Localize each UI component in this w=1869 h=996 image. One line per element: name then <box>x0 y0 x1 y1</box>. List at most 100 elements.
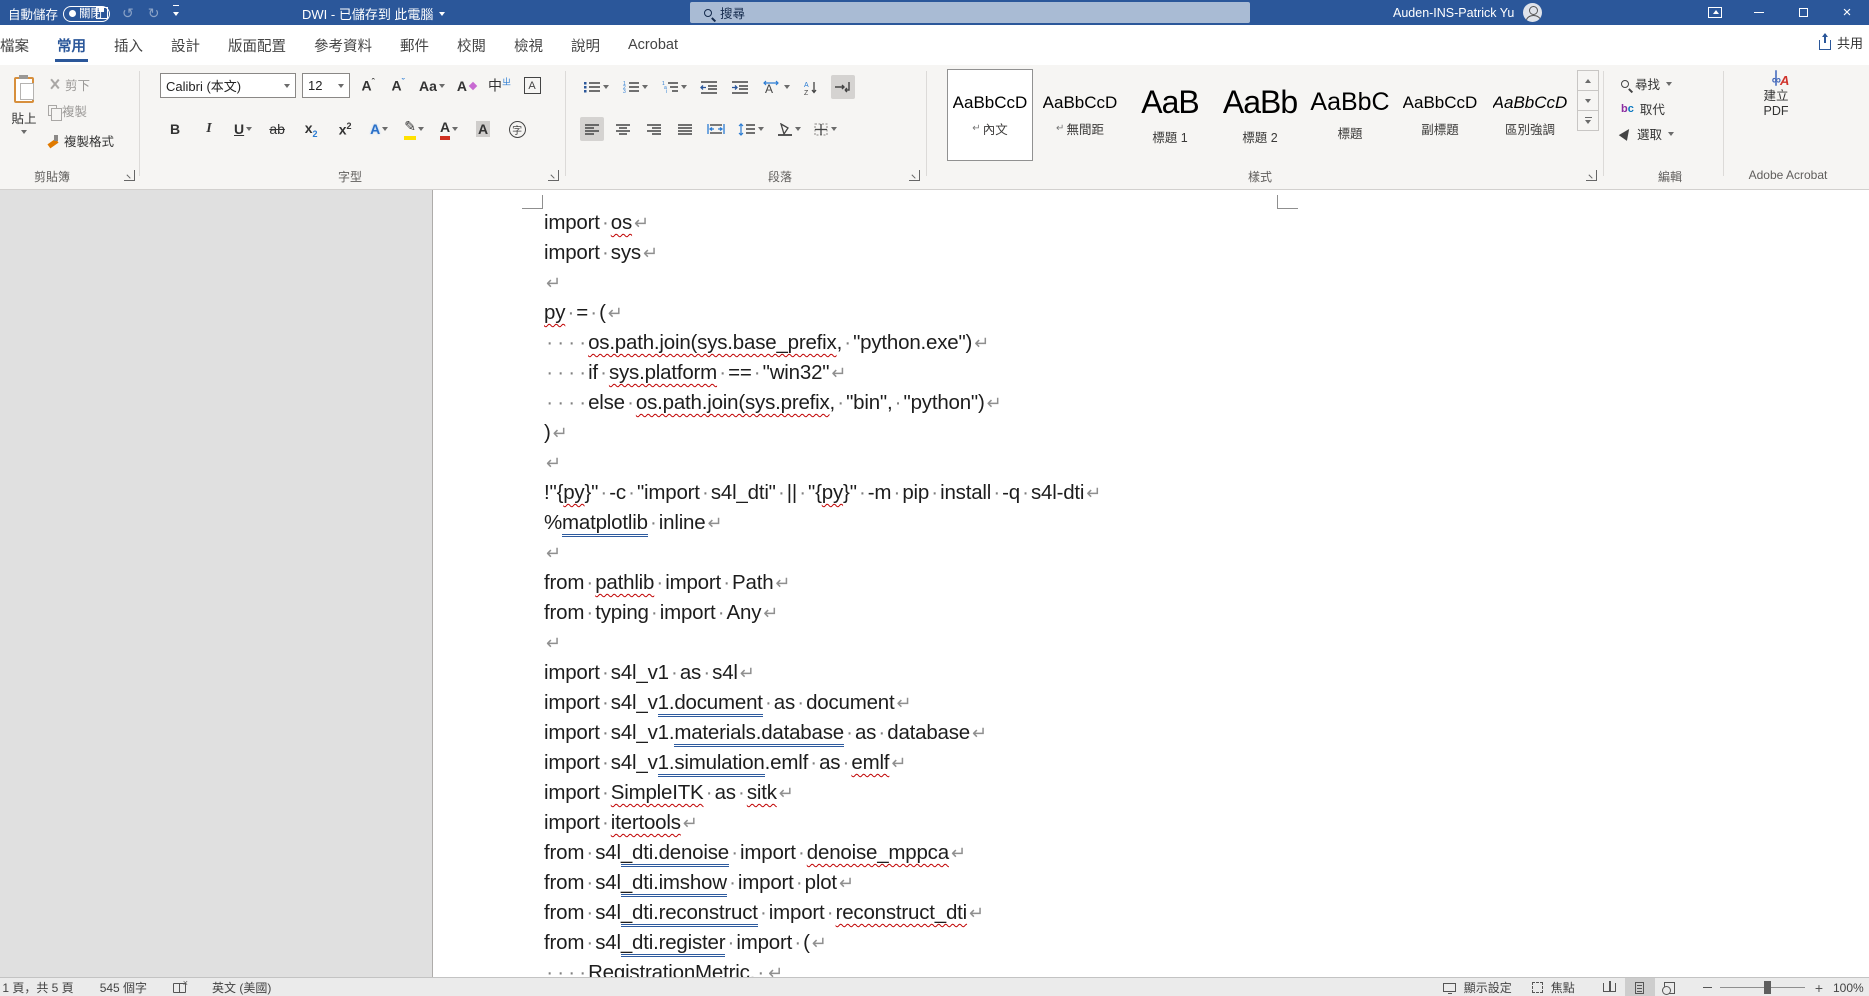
ribbon-tab-2[interactable]: 插入 <box>100 25 157 65</box>
shrink-font-button[interactable]: Aˇ <box>386 74 410 98</box>
style-card-5[interactable]: AaBbCcD副標題 <box>1397 69 1483 161</box>
numbering-button[interactable]: 123 <box>619 75 651 99</box>
font-size-combo[interactable]: 12 <box>302 73 350 98</box>
increase-indent-button[interactable] <box>728 75 752 99</box>
save-icon[interactable] <box>96 7 108 19</box>
ribbon-tab-10[interactable]: Acrobat <box>614 25 692 65</box>
find-button[interactable]: 尋找 <box>1621 71 1720 96</box>
ribbon-tab-6[interactable]: 郵件 <box>386 25 443 65</box>
copy-icon <box>48 105 57 116</box>
zoom-out-button[interactable] <box>1703 987 1712 989</box>
copy-button[interactable]: 複製 <box>48 99 114 121</box>
styles-scroll-down-button[interactable] <box>1577 90 1599 111</box>
underline-button[interactable]: U <box>231 117 255 141</box>
asian-layout-button[interactable]: A <box>759 75 793 99</box>
clear-formatting-button[interactable]: A <box>454 74 479 98</box>
bold-button[interactable]: B <box>163 117 187 141</box>
share-button[interactable]: 共用 <box>1819 33 1863 52</box>
doc-line: import·s4l_v1.document·as·document↵ <box>544 688 1324 718</box>
document-title[interactable]: DWI - 已儲存到 此電腦 <box>302 4 445 23</box>
align-right-button[interactable] <box>642 117 666 141</box>
read-mode-button[interactable] <box>1595 978 1625 996</box>
strikethrough-button[interactable]: ab <box>265 117 289 141</box>
style-card-1[interactable]: AaBbCcD↵無間距 <box>1037 69 1123 161</box>
enclose-characters-button[interactable]: 字 <box>505 117 529 141</box>
zoom-slider[interactable] <box>1720 987 1805 989</box>
align-left-button[interactable] <box>580 117 604 141</box>
redo-icon[interactable]: ↻ <box>148 6 160 20</box>
multilevel-list-button[interactable]: 1ai <box>658 75 690 99</box>
ribbon-display-options-button[interactable] <box>1693 0 1737 25</box>
autosave-toggle[interactable]: 自動儲存 關閉 <box>8 4 110 23</box>
style-card-0[interactable]: AaBbCcD↵內文 <box>947 69 1033 161</box>
distribute-button[interactable] <box>704 117 728 141</box>
italic-button[interactable]: I <box>197 117 221 141</box>
font-name-combo[interactable]: Calibri (本文) <box>160 73 296 98</box>
language-indicator[interactable]: 英文 (美國) <box>212 979 271 996</box>
focus-button[interactable]: 焦點 <box>1532 979 1575 996</box>
print-layout-button[interactable] <box>1625 978 1655 996</box>
style-card-2[interactable]: AaB標題 1 <box>1127 69 1213 161</box>
avatar[interactable] <box>1523 3 1542 22</box>
highlight-color-button[interactable]: ✎ <box>401 117 427 141</box>
line-spacing-button[interactable] <box>735 117 767 141</box>
bullets-button[interactable] <box>580 75 612 99</box>
style-card-6[interactable]: AaBbCcD區別強調 <box>1487 69 1573 161</box>
minimize-button[interactable] <box>1737 0 1781 25</box>
justify-button[interactable] <box>673 117 697 141</box>
customize-qat-icon[interactable] <box>173 5 179 21</box>
cut-button[interactable]: 剪下 <box>48 73 114 95</box>
ribbon-tab-8[interactable]: 檢視 <box>500 25 557 65</box>
text-effects-button[interactable]: A <box>367 117 391 141</box>
select-button[interactable]: 選取 <box>1621 121 1720 146</box>
ribbon-tab-4[interactable]: 版面配置 <box>214 25 300 65</box>
character-border-button[interactable]: A <box>520 74 544 98</box>
zoom-level[interactable]: 100% <box>1833 981 1869 995</box>
create-pdf-button[interactable]: 建立 PDF <box>1748 71 1804 118</box>
decrease-indent-button[interactable] <box>697 75 721 99</box>
superscript-button[interactable]: x2 <box>333 117 357 141</box>
ribbon-tab-3[interactable]: 設計 <box>157 25 214 65</box>
style-name: ↵無間距 <box>1056 119 1104 138</box>
display-settings-button[interactable]: 顯示設定 <box>1443 979 1512 996</box>
paragraph-dialog-launcher[interactable] <box>909 170 920 181</box>
proofing-status-button[interactable] <box>173 983 186 993</box>
search-input[interactable]: 搜尋 <box>690 2 1250 23</box>
style-card-3[interactable]: AaBb標題 2 <box>1217 69 1303 161</box>
sort-button[interactable]: AZ <box>800 75 824 99</box>
change-case-button[interactable]: Aa <box>416 74 448 98</box>
zoom-in-button[interactable]: + <box>1815 981 1823 995</box>
grow-font-button[interactable]: Aˆ <box>356 74 380 98</box>
ribbon-tab-7[interactable]: 校閱 <box>443 25 500 65</box>
font-color-button[interactable]: A <box>437 117 461 141</box>
document-lines[interactable]: import·os↵import·sys↵↵py·=·(↵····os.path… <box>544 208 1324 977</box>
account-area[interactable]: Auden-INS-Patrick Yu <box>1393 0 1542 25</box>
page-indicator[interactable]: 第 1 頁，共 5 頁 <box>0 979 74 996</box>
zoom-slider-thumb[interactable] <box>1764 981 1771 994</box>
styles-dialog-launcher[interactable] <box>1586 170 1597 181</box>
undo-icon[interactable]: ↺ <box>122 6 134 20</box>
shading-button[interactable] <box>774 117 804 141</box>
restore-button[interactable] <box>1781 0 1825 25</box>
character-shading-button[interactable]: A <box>471 117 495 141</box>
web-layout-button[interactable] <box>1655 978 1685 996</box>
ribbon-tab-9[interactable]: 說明 <box>557 25 614 65</box>
phonetic-guide-button[interactable]: 中ㄓ <box>485 74 514 98</box>
close-button[interactable]: × <box>1825 0 1869 25</box>
font-dialog-launcher[interactable] <box>548 170 559 181</box>
ribbon-tab-5[interactable]: 參考資料 <box>300 25 386 65</box>
borders-button[interactable] <box>811 117 840 141</box>
styles-gallery-more-button[interactable] <box>1577 110 1599 131</box>
subscript-button[interactable]: x2 <box>299 117 323 141</box>
format-painter-button[interactable]: 複製格式 <box>48 129 114 151</box>
styles-scroll-up-button[interactable] <box>1577 70 1599 91</box>
replace-button[interactable]: bc 取代 <box>1621 96 1720 121</box>
clipboard-dialog-launcher[interactable] <box>124 170 135 181</box>
show-hide-marks-button[interactable] <box>831 75 855 99</box>
ribbon-tab-0[interactable]: 檔案 <box>0 25 43 65</box>
paste-button[interactable]: 貼上 <box>4 73 44 161</box>
word-count[interactable]: 545 個字 <box>100 979 147 996</box>
align-center-button[interactable] <box>611 117 635 141</box>
ribbon-tab-1[interactable]: 常用 <box>43 25 100 65</box>
style-card-4[interactable]: AaBbC標題 <box>1307 69 1393 161</box>
